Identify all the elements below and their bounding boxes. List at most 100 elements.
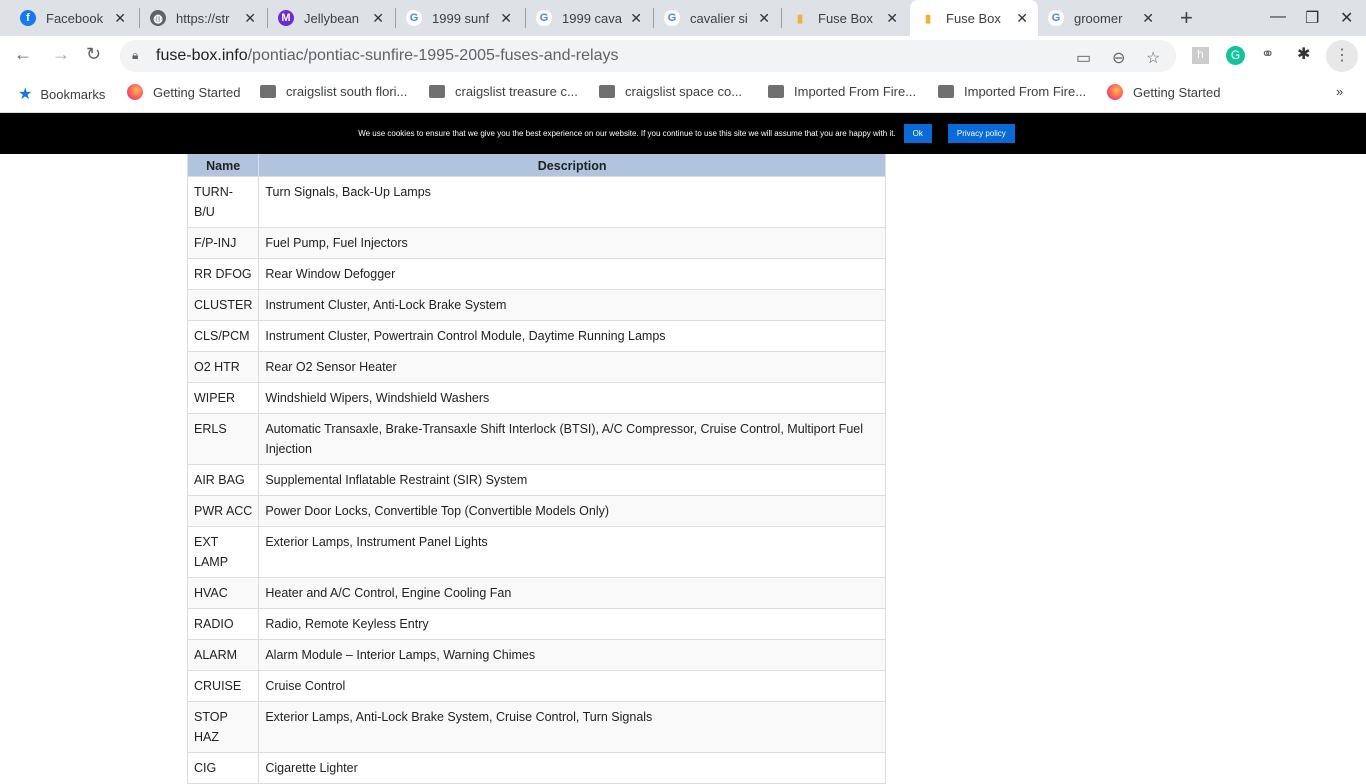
table-row: CRUISE Cruise Control <box>186 670 886 702</box>
table-row: O2 HTR Rear O2 Sensor Heater <box>186 351 886 383</box>
bookmark-item[interactable]: ★ Bookmarks <box>18 84 105 104</box>
bookmark-item[interactable]: craigslist south flori... <box>260 84 407 99</box>
fuse-name: TURN-B/U <box>186 176 260 228</box>
table-row: RADIO Radio, Remote Keyless Entry <box>186 608 886 640</box>
bookmark-label: craigslist south flori... <box>286 84 408 99</box>
cast-icon[interactable]: ▭ <box>1076 48 1091 68</box>
globe-icon: ◍ <box>150 10 166 26</box>
tab-title: 1999 sunf <box>432 10 490 26</box>
fuse-description: Exterior Lamps, Instrument Panel Lights <box>258 526 886 578</box>
tab[interactable]: ◍ https://str ✕ <box>140 0 266 36</box>
folder-icon <box>429 85 445 98</box>
bookmark-item[interactable]: Getting Started <box>127 84 240 100</box>
bookmark-label: Getting Started <box>1133 84 1221 100</box>
fuse-description: Fuel Pump, Fuel Injectors <box>258 227 886 259</box>
bookmark-item[interactable]: Getting Started <box>1107 84 1220 100</box>
minimize-button[interactable]: — <box>1270 8 1286 26</box>
table-row: RR DFOG Rear Window Defogger <box>186 258 886 290</box>
tab[interactable]: Gcavalier si ✕ <box>654 0 780 36</box>
google-icon: G <box>406 10 422 26</box>
reload-button[interactable]: ↻ <box>86 44 101 65</box>
close-tab-icon[interactable]: ✕ <box>114 10 126 27</box>
cookie-ok-button[interactable]: Ok <box>903 124 932 143</box>
tab-strip: + — ❐ ✕ f Facebook ✕ ◍ https://str ✕ M Jellybea… <box>0 0 1366 36</box>
tab[interactable]: Ggroomer ✕ <box>1038 0 1164 36</box>
bookmark-item[interactable]: Imported From Fire... <box>768 84 916 99</box>
fuse-description: Instrument Cluster, Powertrain Control M… <box>258 320 886 352</box>
close-tab-icon[interactable]: ✕ <box>244 10 256 27</box>
table-row: STOP HAZ Exterior Lamps, Anti-Lock Brake … <box>186 701 886 753</box>
close-tab-icon[interactable]: ✕ <box>1016 10 1028 27</box>
fuse-name: RR DFOG <box>186 258 260 290</box>
cookie-text: We use cookies to ensure that we give yo… <box>358 129 896 138</box>
firefox-icon <box>1107 84 1123 100</box>
back-button[interactable]: ← <box>14 44 32 65</box>
extensions-puzzle-icon[interactable]: ✱ <box>1297 44 1310 64</box>
close-tab-icon[interactable]: ✕ <box>372 10 384 27</box>
tab-title: https://str <box>176 10 230 26</box>
close-tab-icon[interactable]: ✕ <box>1142 10 1154 27</box>
bookmark-label: craigslist treasure c... <box>455 84 578 99</box>
close-tab-icon[interactable]: ✕ <box>886 10 898 27</box>
google-icon: G <box>664 10 680 26</box>
table-row: ERLS Automatic Transaxle, Brake-Transaxle… <box>186 413 886 465</box>
fuse-name: STOP HAZ <box>186 701 260 753</box>
folder-icon <box>260 85 276 98</box>
tab-title: groomer <box>1074 10 1123 26</box>
table-row: AIR BAG Supplemental Inflatable Restraint… <box>186 464 886 496</box>
close-tab-icon[interactable]: ✕ <box>500 10 512 27</box>
table-row: CIG Cigarette Lighter <box>186 752 886 784</box>
header-name: Name <box>186 150 260 177</box>
fuse-name: PWR ACC <box>186 495 260 527</box>
forward-button[interactable]: → <box>52 44 70 65</box>
grammarly-icon[interactable]: G <box>1226 46 1245 65</box>
table-row: HVAC Heater and A/C Control, Engine Cooli… <box>186 577 886 609</box>
close-tab-icon[interactable]: ✕ <box>758 10 770 27</box>
extension-link-icon[interactable]: ⚭ <box>1261 44 1274 64</box>
restore-button[interactable]: ❐ <box>1305 8 1319 28</box>
tab[interactable]: M Jellybean ✕ <box>268 0 394 36</box>
tab[interactable]: G 1999 sunf ✕ <box>396 0 522 36</box>
bookmark-item[interactable]: Imported From Fire... <box>938 84 1086 99</box>
firefox-icon <box>127 84 143 100</box>
tab[interactable]: ▮ Fuse Box ✕ <box>782 0 908 36</box>
fuse-description: Automatic Transaxle, Brake-Transaxle Shi… <box>258 413 886 465</box>
fuse-name: F/P-INJ <box>186 227 260 259</box>
close-window-button[interactable]: ✕ <box>1340 8 1353 28</box>
table-row: TURN-B/U Turn Signals, Back-Up Lamps <box>186 176 886 228</box>
fuse-description: Turn Signals, Back-Up Lamps <box>258 176 886 228</box>
close-tab-icon[interactable]: ✕ <box>630 10 642 27</box>
table-row: CLS/PCM Instrument Cluster, Powertrain Co… <box>186 320 886 352</box>
star-icon: ★ <box>18 86 33 103</box>
table-row: CLUSTER Instrument Cluster, Anti-Lock Bra… <box>186 289 886 321</box>
tab-title: 1999 cava <box>562 10 622 26</box>
table-row: PWR ACC Power Door Locks, Convertible Top… <box>186 495 886 527</box>
tab[interactable]: G 1999 cava ✕ <box>526 0 652 36</box>
bookmark-item[interactable]: craigslist treasure c... <box>429 84 578 99</box>
star-icon[interactable]: ☆ <box>1146 48 1160 68</box>
bookmark-label: Imported From Fire... <box>964 84 1087 99</box>
fuse-name: ERLS <box>186 413 260 465</box>
fuse-icon: ▮ <box>796 12 804 25</box>
privacy-policy-button[interactable]: Privacy policy <box>947 124 1015 143</box>
fuse-name: HVAC <box>186 577 260 609</box>
tab[interactable]: f Facebook ✕ <box>10 0 136 36</box>
bookmark-item[interactable]: craigslist space co... <box>599 84 742 99</box>
cookie-banner: We use cookies to ensure that we give yo… <box>0 113 1366 154</box>
fuse-description: Supplemental Inflatable Restraint (SIR) … <box>258 464 886 496</box>
new-tab-button[interactable]: + <box>1176 0 1197 36</box>
fuse-name: WIPER <box>186 382 260 414</box>
fuse-description: Cigarette Lighter <box>258 752 886 784</box>
tab-title: Fuse Box <box>946 10 1001 26</box>
zoom-icon[interactable]: ⊖ <box>1112 48 1125 68</box>
url-text[interactable]: fuse-box.info/pontiac/pontiac-sunfire-19… <box>156 47 618 65</box>
menu-icon[interactable]: ⋮ <box>1326 40 1358 72</box>
folder-icon <box>938 85 954 98</box>
tab[interactable]: ▮ Fuse Box ✕ <box>910 0 1038 36</box>
bookmarks-overflow[interactable]: » <box>1336 84 1343 99</box>
bookmark-label: craigslist space co... <box>625 84 743 99</box>
extension-h-icon[interactable]: h <box>1192 47 1209 64</box>
address-bar[interactable]: 🔒︎ fuse-box.info/pontiac/pontiac-sunfire… <box>120 40 1176 72</box>
browser-toolbar: ← → ↻ 🔒︎ fuse-box.info/pontiac/pontiac-s… <box>0 36 1366 76</box>
fuse-description: Alarm Module – Interior Lamps, Warning C… <box>258 639 886 671</box>
